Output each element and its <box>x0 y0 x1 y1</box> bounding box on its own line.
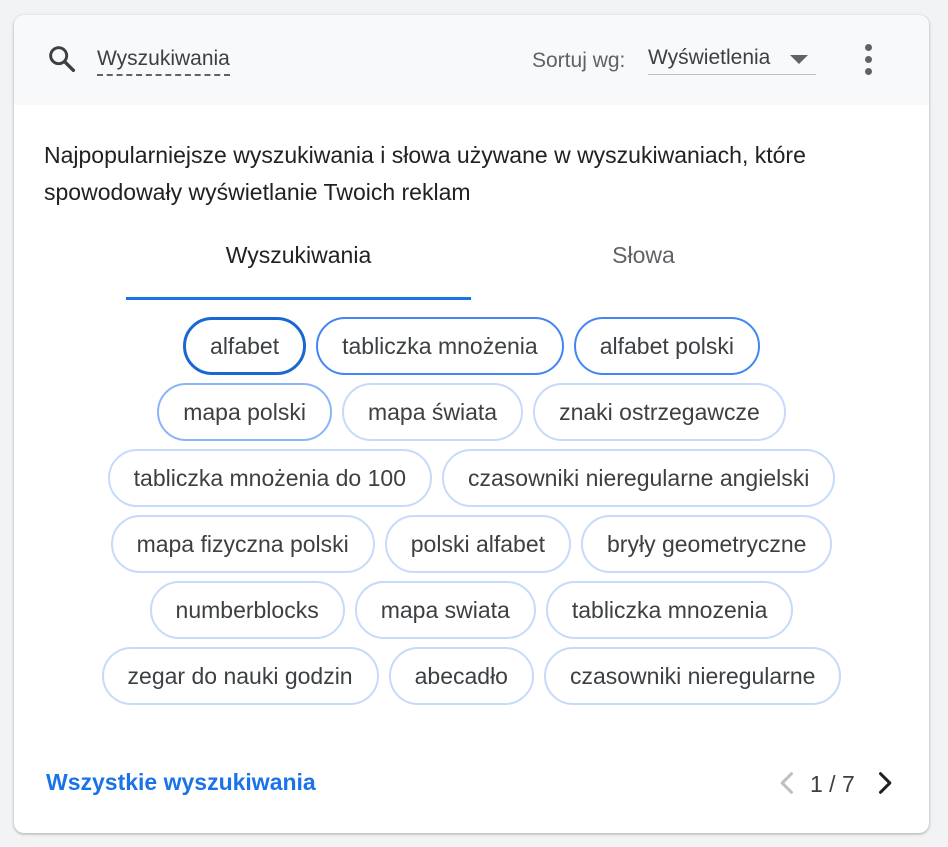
search-term-chip[interactable]: tabliczka mnożenia <box>316 317 564 375</box>
chip-row: mapa fizyczna polski polski alfabet bryły … <box>14 515 929 573</box>
search-term-chip[interactable]: mapa polski <box>157 383 332 441</box>
search-term-chip[interactable]: polski alfabet <box>384 515 572 573</box>
all-searches-link[interactable]: Wszystkie wyszukiwania <box>46 769 316 796</box>
chevron-left-icon[interactable] <box>774 769 802 797</box>
search-term-chip[interactable]: bryły geometryczne <box>581 515 833 573</box>
search-term-chip[interactable]: mapa świata <box>341 383 524 441</box>
search-term-chip[interactable]: mapa swiata <box>354 581 536 639</box>
pagination: 1 / 7 <box>774 765 904 801</box>
page-indicator: 1 / 7 <box>810 771 855 797</box>
chip-row: numberblocks mapa swiata tabliczka mnozeni… <box>14 581 929 639</box>
chip-row: zegar do nauki godzin abecadło czasowniki … <box>14 647 929 705</box>
chip-row: mapa polski mapa świata znaki ostrzegawcze <box>14 383 929 441</box>
search-term-chip[interactable]: mapa fizyczna polski <box>110 515 375 573</box>
tab-bar: Wyszukiwania Słowa <box>126 231 816 301</box>
search-term-chips: alfabet tabliczka mnożenia alfabet polski m… <box>14 317 929 733</box>
search-term-chip[interactable]: czasowniki nieregularne angielski <box>441 449 836 507</box>
chip-row: alfabet tabliczka mnożenia alfabet polski <box>14 317 929 375</box>
search-term-chip[interactable]: czasowniki nieregularne <box>543 647 842 705</box>
chevron-down-icon <box>790 55 808 64</box>
search-term-chip[interactable]: abecadło <box>388 647 534 705</box>
search-term-chip[interactable]: alfabet <box>183 317 307 375</box>
sort-selected-value: Wyświetlenia <box>648 46 771 69</box>
search-type-label[interactable]: Wyszukiwania <box>97 46 230 76</box>
card-description: Najpopularniejsze wyszukiwania i słowa u… <box>44 142 806 205</box>
search-term-chip[interactable]: numberblocks <box>149 581 345 639</box>
search-term-chip[interactable]: znaki ostrzegawcze <box>533 383 786 441</box>
chevron-right-icon[interactable] <box>870 769 898 797</box>
tab-searches[interactable]: Wyszukiwania <box>126 231 471 300</box>
search-icon <box>49 46 76 73</box>
sort-dropdown[interactable]: Wyświetlenia <box>648 43 816 75</box>
sort-label: Sortuj wg: <box>532 49 626 72</box>
tab-words[interactable]: Słowa <box>471 231 816 301</box>
search-terms-card: Wyszukiwania Sortuj wg: Wyświetlenia Naj… <box>14 15 929 833</box>
card-toolbar: Wyszukiwania Sortuj wg: Wyświetlenia <box>14 15 929 105</box>
search-term-chip[interactable]: alfabet polski <box>573 317 760 375</box>
search-term-chip[interactable]: zegar do nauki godzin <box>101 647 379 705</box>
chip-row: tabliczka mnożenia do 100 czasowniki nier… <box>14 449 929 507</box>
search-term-chip[interactable]: tabliczka mnożenia do 100 <box>107 449 432 507</box>
more-vert-icon[interactable] <box>856 41 880 81</box>
search-term-chip[interactable]: tabliczka mnozenia <box>545 581 794 639</box>
